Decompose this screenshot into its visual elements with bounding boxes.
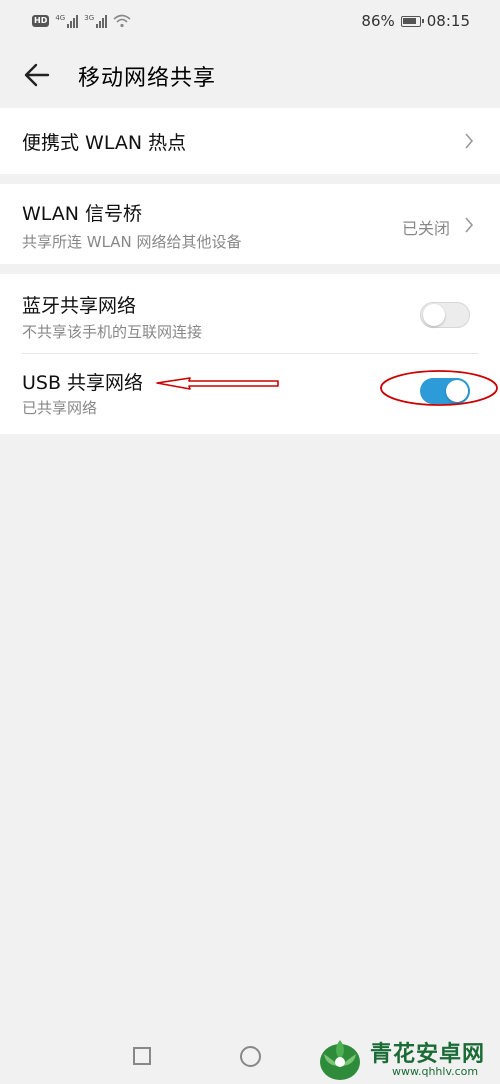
signal-4g-icon: 4G — [55, 14, 79, 28]
bluetooth-title: 蓝牙共享网络 — [22, 295, 137, 317]
wifi-icon — [113, 14, 131, 28]
recents-icon[interactable] — [133, 1047, 151, 1065]
sharing-card: 蓝牙共享网络 不共享该手机的互联网连接 USB 共享网络 已共享网络 — [0, 274, 500, 434]
chevron-right-icon — [465, 133, 474, 149]
usb-toggle[interactable] — [420, 378, 470, 404]
wlan-bridge-row[interactable]: WLAN 信号桥 共享所连 WLAN 网络给其他设备 已关闭 — [0, 184, 500, 264]
logo-icon — [320, 1040, 360, 1080]
bluetooth-toggle[interactable] — [420, 302, 470, 328]
hotspot-row[interactable]: 便携式 WLAN 热点 — [0, 108, 500, 174]
battery-percent: 86% — [361, 12, 395, 30]
wlan-bridge-status: 已关闭 — [402, 219, 451, 238]
toggle-knob — [423, 304, 445, 326]
page-title: 移动网络共享 — [78, 66, 217, 91]
home-icon[interactable] — [240, 1046, 261, 1067]
app-bar: 移动网络共享 — [0, 42, 500, 108]
watermark-url: www.qhhlv.com — [392, 1065, 479, 1078]
wlan-bridge-subtitle: 共享所连 WLAN 网络给其他设备 — [22, 233, 242, 251]
status-icons-left: HD 4G 3G — [32, 12, 131, 30]
bluetooth-row: 蓝牙共享网络 不共享该手机的互联网连接 — [0, 274, 500, 354]
bluetooth-subtitle: 不共享该手机的互联网连接 — [22, 323, 203, 341]
hd-icon: HD — [32, 15, 50, 27]
clock: 08:15 — [426, 12, 470, 30]
hotspot-title: 便携式 WLAN 热点 — [22, 132, 187, 154]
usb-title: USB 共享网络 — [22, 372, 144, 394]
watermark-text: 青花安卓网 — [370, 1042, 486, 1067]
toggle-knob — [446, 380, 468, 402]
signal-3g-icon: 3G — [84, 14, 108, 28]
usb-row: USB 共享网络 已共享网络 — [0, 354, 500, 434]
arrow-left-icon[interactable] — [20, 58, 54, 92]
status-bar: HD 4G 3G 86% 08:15 — [0, 0, 500, 42]
watermark: 青花安卓网 www.qhhlv.com — [312, 1032, 500, 1084]
status-icons-right: 86% 08:15 — [361, 12, 470, 30]
wlan-bridge-title: WLAN 信号桥 — [22, 203, 143, 225]
usb-subtitle: 已共享网络 — [22, 399, 98, 417]
chevron-right-icon — [465, 217, 474, 233]
battery-icon — [400, 15, 424, 27]
